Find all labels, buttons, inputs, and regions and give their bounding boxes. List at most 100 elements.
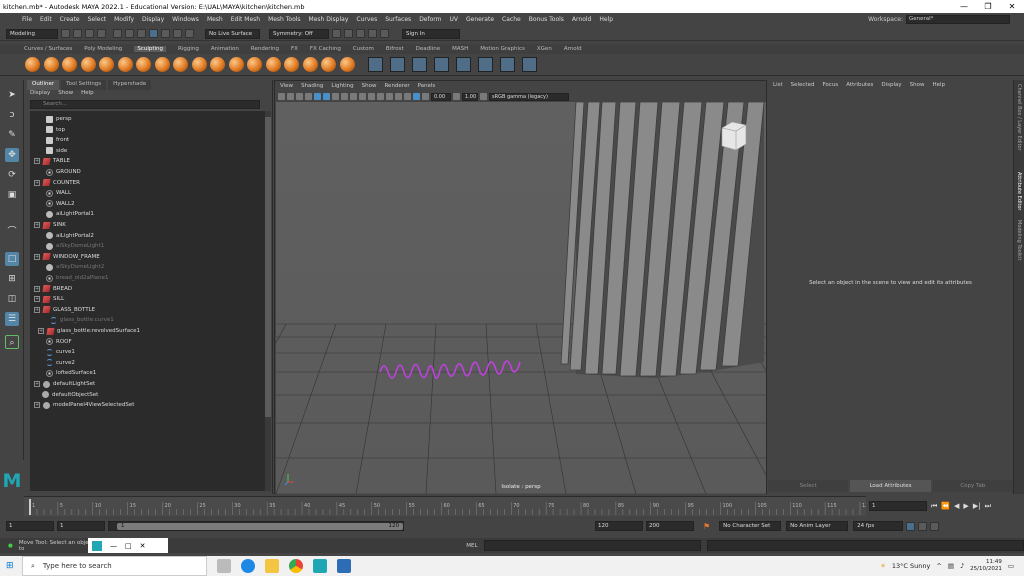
time-slider[interactable]: 1 5 10 15 20 25 30 35 40 45 50 55 60 65 70 75 80 85 90 95 10… bbox=[24, 496, 872, 516]
repeat-brush-icon[interactable] bbox=[173, 57, 188, 72]
spray-brush-icon[interactable] bbox=[154, 57, 170, 72]
photos-icon[interactable] bbox=[337, 559, 351, 573]
select-object-icon[interactable] bbox=[125, 29, 134, 38]
outliner-item[interactable]: aiLightPortal2 bbox=[46, 231, 94, 241]
tab-rendering[interactable]: Rendering bbox=[251, 46, 279, 52]
chevron-up-icon[interactable]: ^ bbox=[936, 562, 941, 570]
outliner-item[interactable]: ROOF bbox=[46, 337, 72, 347]
minimize-icon[interactable]: — bbox=[952, 2, 976, 11]
viewport-menu-lighting[interactable]: Lighting bbox=[331, 83, 353, 89]
symmetry-dropdown[interactable]: Symmetry: Off bbox=[269, 28, 329, 39]
chrome-icon[interactable] bbox=[289, 559, 303, 573]
curve-sculpt-icon[interactable] bbox=[434, 57, 449, 72]
scale-tool-icon[interactable]: ▣ bbox=[5, 188, 19, 202]
outliner-item[interactable]: + defaultLightSet bbox=[34, 379, 95, 389]
load-attributes-button[interactable]: Load Attributes bbox=[850, 480, 931, 492]
tab-curves-surfaces[interactable]: Curves / Surfaces bbox=[24, 46, 72, 52]
tab-deadline[interactable]: Deadline bbox=[416, 46, 440, 52]
exposure-field[interactable]: 0.00 bbox=[431, 92, 451, 101]
outliner-item[interactable]: side bbox=[46, 146, 67, 156]
outliner-item[interactable]: bread_old2aPlane1 bbox=[46, 273, 108, 283]
menu-mesh-display[interactable]: Mesh Display bbox=[309, 16, 349, 23]
maximize-icon[interactable]: □ bbox=[125, 542, 132, 550]
side-by-side-icon[interactable]: ◫ bbox=[5, 292, 19, 306]
flatten-brush-icon[interactable] bbox=[117, 57, 133, 72]
color-management-icon[interactable] bbox=[480, 93, 487, 100]
close-icon[interactable]: ✕ bbox=[140, 542, 146, 550]
menu-windows[interactable]: Windows bbox=[172, 16, 199, 23]
outliner-item[interactable]: persp bbox=[46, 114, 72, 124]
taskbar-search-input[interactable]: ⌕ Type here to search bbox=[22, 556, 207, 576]
minimize-icon[interactable]: — bbox=[110, 542, 117, 550]
sound-icon[interactable] bbox=[918, 521, 928, 531]
close-icon[interactable]: ✕ bbox=[1000, 2, 1024, 11]
attr-menu-show[interactable]: Show bbox=[910, 82, 925, 88]
stamp-icon[interactable] bbox=[412, 57, 427, 72]
windows-start-icon[interactable]: ⊞ bbox=[6, 561, 14, 571]
step-forward-icon[interactable]: ▶| bbox=[973, 502, 981, 510]
mesh-sets-icon[interactable] bbox=[478, 57, 493, 72]
current-frame-field[interactable]: 1 bbox=[869, 501, 927, 511]
wax-brush-icon[interactable] bbox=[210, 57, 225, 72]
select-tool-icon[interactable]: ➤ bbox=[5, 88, 19, 102]
attr-menu-list[interactable]: List bbox=[773, 82, 783, 88]
outliner-item[interactable]: WALL2 bbox=[46, 199, 75, 209]
tab-fx[interactable]: FX bbox=[291, 46, 298, 52]
menu-uv[interactable]: UV bbox=[450, 16, 459, 23]
sign-in-button[interactable]: Sign In bbox=[402, 28, 460, 39]
menu-curves[interactable]: Curves bbox=[356, 16, 377, 23]
playback-start-field[interactable]: 1 bbox=[57, 521, 105, 531]
tab-bifrost[interactable]: Bifrost bbox=[386, 46, 404, 52]
select-button[interactable]: Select bbox=[768, 480, 849, 492]
outliner-item[interactable]: + COUNTER bbox=[34, 178, 80, 188]
search-icon[interactable]: ⌕ bbox=[5, 335, 19, 349]
anim-layer-dropdown[interactable]: No Anim Layer bbox=[786, 521, 849, 531]
tab-sculpting[interactable]: Sculpting bbox=[134, 46, 166, 52]
curve-tool-icon[interactable]: ⌒ bbox=[5, 225, 19, 239]
select-camera-icon[interactable] bbox=[413, 93, 420, 100]
outliner-item[interactable]: + GLASS_BOTTLE bbox=[34, 305, 95, 315]
mode-dropdown[interactable]: Modeling bbox=[6, 28, 58, 39]
maya-taskbar-icon[interactable] bbox=[313, 559, 327, 573]
wireframe-icon[interactable] bbox=[314, 93, 321, 100]
go-to-end-icon[interactable]: ⏭ bbox=[985, 502, 991, 511]
expand-icon[interactable]: + bbox=[34, 296, 40, 303]
tab-modeling-toolkit[interactable]: Modeling Toolkit bbox=[1016, 220, 1022, 260]
rotate-tool-icon[interactable]: ⟳ bbox=[5, 168, 19, 182]
snap-grid-icon[interactable] bbox=[149, 29, 158, 38]
menu-generate[interactable]: Generate bbox=[466, 16, 494, 23]
tab-outliner[interactable]: Outliner bbox=[27, 80, 60, 90]
notification-icon[interactable]: ▭ bbox=[1008, 562, 1014, 570]
grid-icon[interactable] bbox=[305, 93, 312, 100]
volume-icon[interactable]: ♪ bbox=[960, 562, 964, 570]
menu-mesh[interactable]: Mesh bbox=[207, 16, 223, 23]
outliner-item[interactable]: top bbox=[46, 125, 65, 135]
ao-icon[interactable] bbox=[377, 93, 384, 100]
menu-deform[interactable]: Deform bbox=[419, 16, 441, 23]
loop-icon[interactable] bbox=[906, 521, 916, 531]
textured-icon[interactable] bbox=[332, 93, 339, 100]
hypershade-icon[interactable] bbox=[368, 29, 377, 38]
fill-brush-icon[interactable] bbox=[247, 57, 262, 72]
outliner-item[interactable]: front bbox=[46, 135, 69, 145]
menu-edit[interactable]: Edit bbox=[40, 16, 52, 23]
select-hierarchy-icon[interactable] bbox=[113, 29, 122, 38]
tab-channel-box[interactable]: Channel Box / Layer Editor bbox=[1016, 84, 1022, 151]
workspace-dropdown[interactable]: General* bbox=[906, 15, 1010, 24]
menu-help[interactable]: Help bbox=[599, 16, 613, 23]
attr-menu-focus[interactable]: Focus bbox=[822, 82, 838, 88]
tab-animation[interactable]: Animation bbox=[211, 46, 239, 52]
tab-custom[interactable]: Custom bbox=[353, 46, 374, 52]
fps-dropdown[interactable]: 24 fps bbox=[853, 521, 904, 531]
viewport-menu-renderer[interactable]: Renderer bbox=[384, 83, 409, 89]
viewport-menu-panels[interactable]: Panels bbox=[418, 83, 436, 89]
outliner-item[interactable]: + modelPanel4ViewSelectedSet bbox=[34, 400, 134, 410]
isolate-icon[interactable] bbox=[368, 93, 375, 100]
menu-cache[interactable]: Cache bbox=[502, 16, 521, 23]
select-component-icon[interactable] bbox=[137, 29, 146, 38]
sculpt-uv-icon[interactable] bbox=[522, 57, 537, 72]
tab-xgen[interactable]: XGen bbox=[537, 46, 552, 52]
tab-rigging[interactable]: Rigging bbox=[178, 46, 199, 52]
outliner-item[interactable]: + TABLE bbox=[34, 156, 70, 166]
outliner-menu-show[interactable]: Show bbox=[58, 90, 73, 99]
